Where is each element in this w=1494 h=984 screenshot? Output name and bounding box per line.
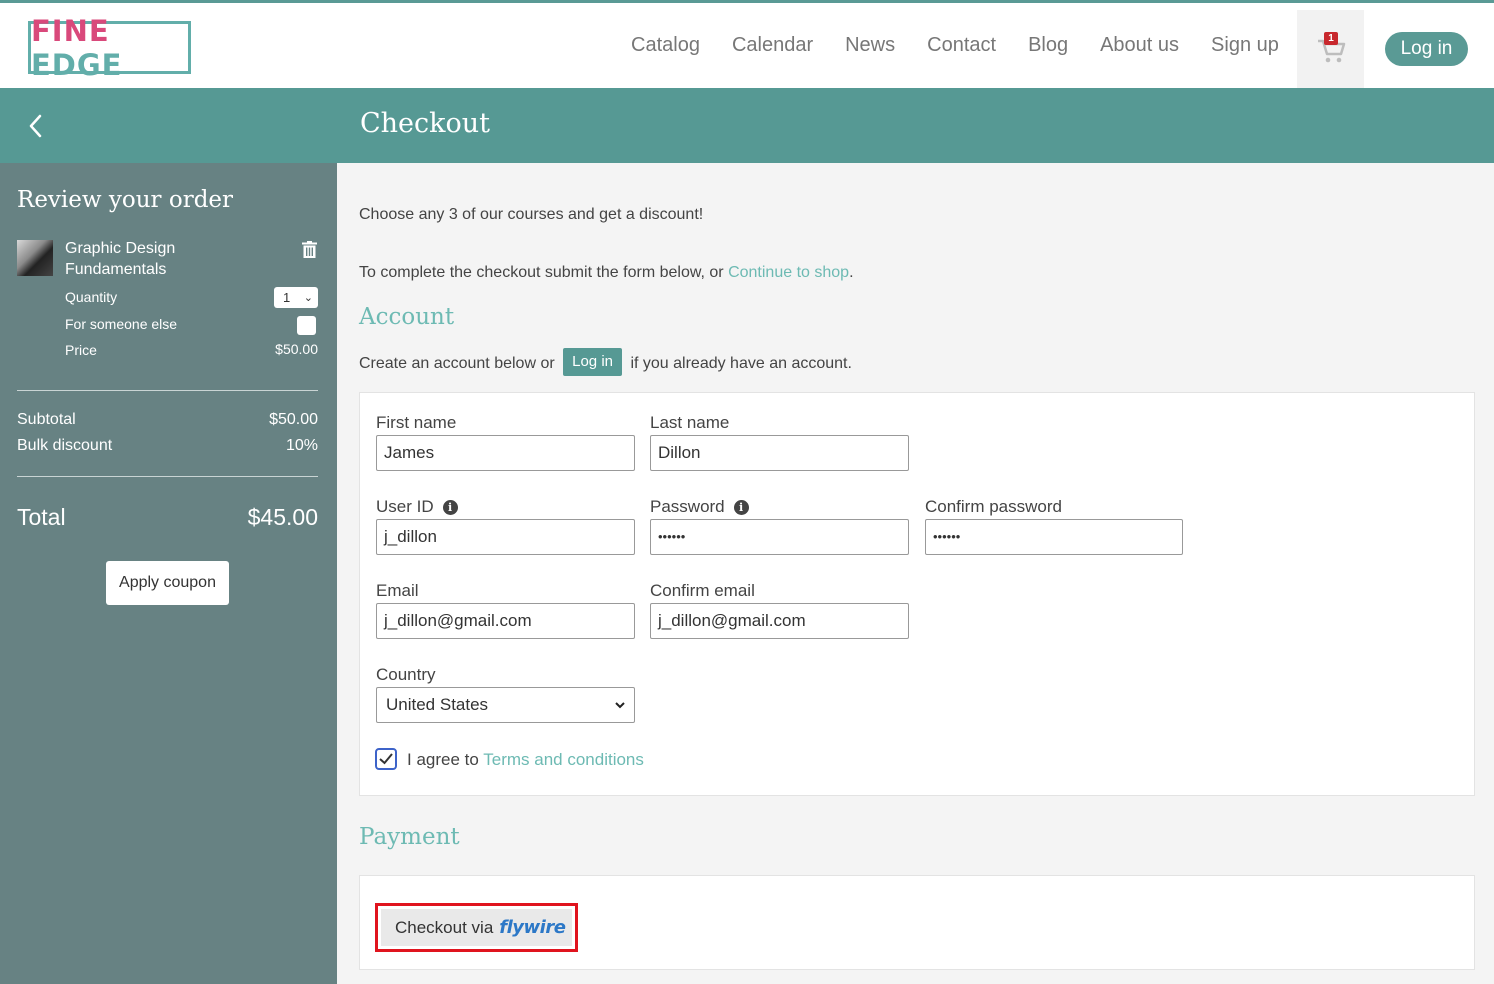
product-thumbnail — [17, 240, 53, 276]
password-label-wrap: Password i — [650, 497, 749, 517]
password-label: Password — [650, 497, 725, 516]
intro-text: To complete the checkout submit the form… — [359, 264, 854, 282]
chevron-down-icon — [615, 702, 625, 709]
nav-about-us[interactable]: About us — [1100, 34, 1179, 57]
apply-coupon-button[interactable]: Apply coupon — [106, 561, 229, 605]
fine-edge-logo[interactable]: FINE EDGE — [28, 14, 191, 82]
divider — [17, 390, 318, 391]
info-icon[interactable]: i — [442, 500, 458, 515]
password-input[interactable]: •••••• — [650, 519, 909, 555]
email-input[interactable]: j_dillon@gmail.com — [376, 603, 635, 639]
price-value: $50.00 — [275, 341, 318, 357]
terms-prefix: I agree to — [407, 750, 484, 769]
logo-text-edge: EDGE — [31, 47, 123, 82]
subtotal-value: $50.00 — [269, 411, 318, 428]
confirm-password-label: Confirm password — [925, 497, 1062, 516]
account-suffix: if you already have an account. — [626, 355, 852, 373]
continue-to-shop-link[interactable]: Continue to shop — [728, 264, 849, 281]
nav-blog[interactable]: Blog — [1028, 34, 1068, 57]
user-id-label-wrap: User ID i — [376, 497, 458, 517]
inline-login-button[interactable]: Log in — [563, 348, 622, 376]
confirm-email-input[interactable]: j_dillon@gmail.com — [650, 603, 909, 639]
last-name-input[interactable]: Dillon — [650, 435, 909, 471]
cart-button[interactable]: 1 — [1297, 10, 1364, 88]
checkout-via-label: Checkout via — [395, 918, 494, 937]
order-review-sidebar: Review your order Graphic Design Fundame… — [0, 163, 337, 984]
terms-link[interactable]: Terms and conditions — [483, 750, 644, 769]
user-id-label: User ID — [376, 497, 434, 516]
page-header-band: Checkout — [0, 88, 1494, 163]
country-value: United States — [386, 695, 489, 714]
account-prefix: Create an account below or — [359, 355, 560, 373]
quantity-label: Quantity — [65, 289, 118, 305]
checkout-via-flywire-button[interactable]: Checkout via flywire — [381, 909, 572, 946]
account-section-title: Account — [359, 304, 455, 330]
chevron-down-icon: ⌄ — [303, 292, 313, 304]
nav-sign-up[interactable]: Sign up — [1211, 34, 1279, 57]
account-intro: Create an account below or Log in if you… — [359, 348, 852, 378]
header-login-button[interactable]: Log in — [1385, 32, 1468, 66]
quantity-select[interactable]: 1 ⌄ — [274, 287, 318, 308]
country-select[interactable]: United States — [376, 687, 635, 723]
promo-text: Choose any 3 of our courses and get a di… — [359, 206, 704, 223]
terms-text: I agree to Terms and conditions — [407, 750, 644, 770]
divider — [17, 476, 318, 477]
logo-text-fine: FINE — [31, 13, 110, 48]
trash-icon[interactable] — [302, 241, 317, 258]
nav-news[interactable]: News — [845, 34, 895, 57]
checkout-via-flywire-highlight: Checkout via flywire — [375, 903, 578, 952]
confirm-password-input[interactable]: •••••• — [925, 519, 1183, 555]
quantity-value: 1 — [283, 290, 291, 305]
nav-contact[interactable]: Contact — [927, 34, 996, 57]
terms-checkbox[interactable] — [375, 748, 397, 770]
confirm-email-label: Confirm email — [650, 581, 755, 600]
first-name-label: First name — [376, 413, 457, 432]
nav-catalog[interactable]: Catalog — [631, 34, 700, 57]
nav-calendar[interactable]: Calendar — [732, 34, 813, 57]
intro-suffix: . — [849, 264, 854, 281]
first-name-input[interactable]: James — [376, 435, 635, 471]
user-id-input[interactable]: j_dillon — [376, 519, 635, 555]
flywire-logo: flywire — [499, 917, 566, 938]
subtotal-label: Subtotal — [17, 411, 76, 428]
sidebar-title: Review your order — [17, 187, 234, 213]
country-label: Country — [376, 665, 436, 684]
chevron-left-icon[interactable] — [24, 112, 48, 140]
last-name-label: Last name — [650, 413, 730, 432]
payment-section-title: Payment — [359, 824, 460, 850]
someone-else-checkbox[interactable] — [297, 316, 316, 335]
email-label: Email — [376, 581, 419, 600]
someone-else-label: For someone else — [65, 316, 178, 332]
bulk-discount-label: Bulk discount — [17, 437, 113, 454]
total-label: Total — [17, 504, 66, 530]
intro-prefix: To complete the checkout submit the form… — [359, 264, 729, 281]
total-value: $45.00 — [247, 504, 318, 530]
checkmark-icon — [379, 753, 393, 765]
cart-count-badge: 1 — [1324, 32, 1338, 45]
top-navbar: FINE EDGE Catalog Calendar News Contact … — [0, 0, 1494, 88]
bulk-discount-value: 10% — [285, 437, 318, 454]
main-nav: Catalog Calendar News Contact Blog About… — [615, 3, 1295, 88]
product-name: Graphic Design Fundamentals — [65, 240, 176, 278]
price-label: Price — [65, 342, 97, 358]
page-title: Checkout — [360, 108, 491, 139]
info-icon[interactable]: i — [733, 500, 749, 515]
